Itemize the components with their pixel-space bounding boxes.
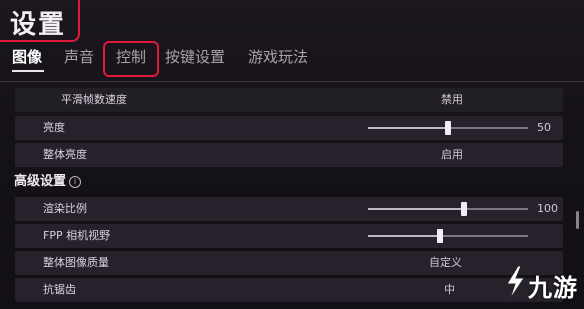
watermark: 九游: [500, 260, 582, 306]
page-title: 设置: [10, 10, 67, 40]
watermark-text: 九游: [528, 274, 578, 302]
setting-value[interactable]: 启用: [441, 143, 463, 167]
jiuyou-logo-icon: [506, 265, 525, 300]
setting-row-overall-quality[interactable]: 整体图像质量 自定义: [15, 251, 563, 275]
setting-value: 50: [537, 121, 551, 134]
tab-highlight-box: [103, 41, 159, 77]
setting-label: 整体图像质量: [43, 256, 109, 269]
setting-row-render-scale[interactable]: 渲染比例 100: [15, 197, 563, 221]
setting-value[interactable]: 中: [444, 278, 455, 302]
setting-label: 抗锯齿: [43, 283, 76, 296]
setting-row-antialiasing[interactable]: 抗锯齿 中: [15, 278, 563, 302]
setting-row-smooth-framerate[interactable]: 平滑帧数速度 禁用: [15, 88, 563, 112]
setting-label: 平滑帧数速度: [61, 93, 127, 106]
tab-sound[interactable]: 声音: [64, 46, 94, 68]
brightness-slider[interactable]: [368, 121, 528, 135]
setting-value[interactable]: 自定义: [429, 251, 462, 275]
setting-value: 100: [537, 202, 558, 215]
setting-label: 渲染比例: [43, 202, 87, 215]
tab-divider: [0, 81, 584, 82]
slider-thumb[interactable]: [461, 202, 467, 216]
setting-label: 整体亮度: [43, 148, 87, 161]
setting-row-overall-brightness[interactable]: 整体亮度 启用: [15, 143, 563, 167]
setting-row-brightness[interactable]: 亮度 50: [15, 116, 563, 140]
tab-gameplay[interactable]: 游戏玩法: [248, 46, 308, 68]
setting-label: 亮度: [43, 121, 65, 134]
slider-fill: [368, 235, 440, 237]
slider-thumb[interactable]: [445, 121, 451, 135]
setting-value[interactable]: 禁用: [441, 88, 463, 112]
tab-graphics[interactable]: 图像: [12, 46, 42, 68]
tab-keybindings[interactable]: 按键设置: [165, 46, 225, 68]
setting-label: FPP 相机视野: [43, 229, 111, 242]
render-scale-slider[interactable]: [368, 202, 528, 216]
setting-row-fpp-fov[interactable]: FPP 相机视野: [15, 224, 563, 248]
scrollbar[interactable]: [576, 211, 579, 229]
info-icon[interactable]: i: [69, 176, 82, 188]
slider-fill: [368, 127, 448, 129]
active-tab-underline: [12, 70, 44, 72]
slider-thumb[interactable]: [437, 229, 443, 243]
slider-fill: [368, 208, 464, 210]
advanced-settings-heading: 高级设置 i: [14, 170, 82, 189]
section-title: 高级设置: [14, 174, 67, 189]
fpp-fov-slider[interactable]: [368, 229, 528, 243]
